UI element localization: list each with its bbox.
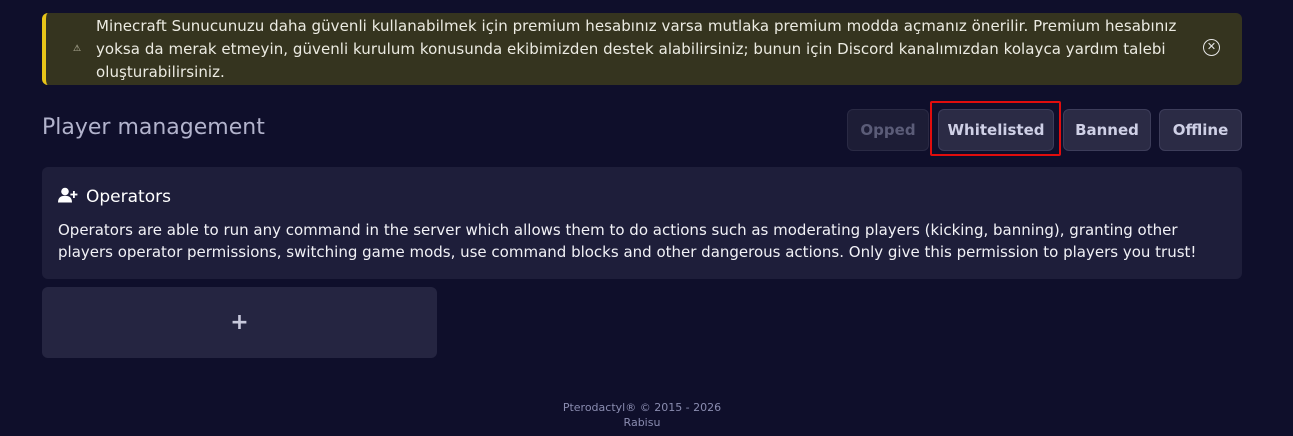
card-header: Operators xyxy=(58,187,171,207)
tab-offline[interactable]: Offline xyxy=(1159,109,1242,151)
footer-copyright: Pterodactyl® © 2015 - 2026 xyxy=(562,401,722,414)
warning-alert: ⚠ Minecraft Sunucunuzu daha güvenli kull… xyxy=(42,13,1242,85)
tab-opped[interactable]: Opped xyxy=(847,109,929,151)
section-description: Operators are able to run any command in… xyxy=(58,221,1197,261)
add-player-button[interactable]: + xyxy=(42,287,437,358)
warning-icon: ⚠ xyxy=(72,44,82,54)
page-title: Player management xyxy=(42,115,265,140)
tab-banned[interactable]: Banned xyxy=(1063,109,1151,151)
footer: Pterodactyl® © 2015 - 2026 Rabisu xyxy=(0,400,1284,430)
tab-whitelisted[interactable]: Whitelisted xyxy=(938,109,1054,151)
plus-icon: + xyxy=(230,310,249,335)
section-title: Operators xyxy=(86,187,171,207)
close-icon[interactable]: ✕ xyxy=(1203,39,1220,56)
operators-card: Operators Operators are able to run any … xyxy=(42,167,1242,279)
user-plus-icon xyxy=(58,187,78,207)
footer-brand: Rabisu xyxy=(623,416,661,429)
alert-message: Minecraft Sunucunuzu daha güvenli kullan… xyxy=(96,16,1177,81)
